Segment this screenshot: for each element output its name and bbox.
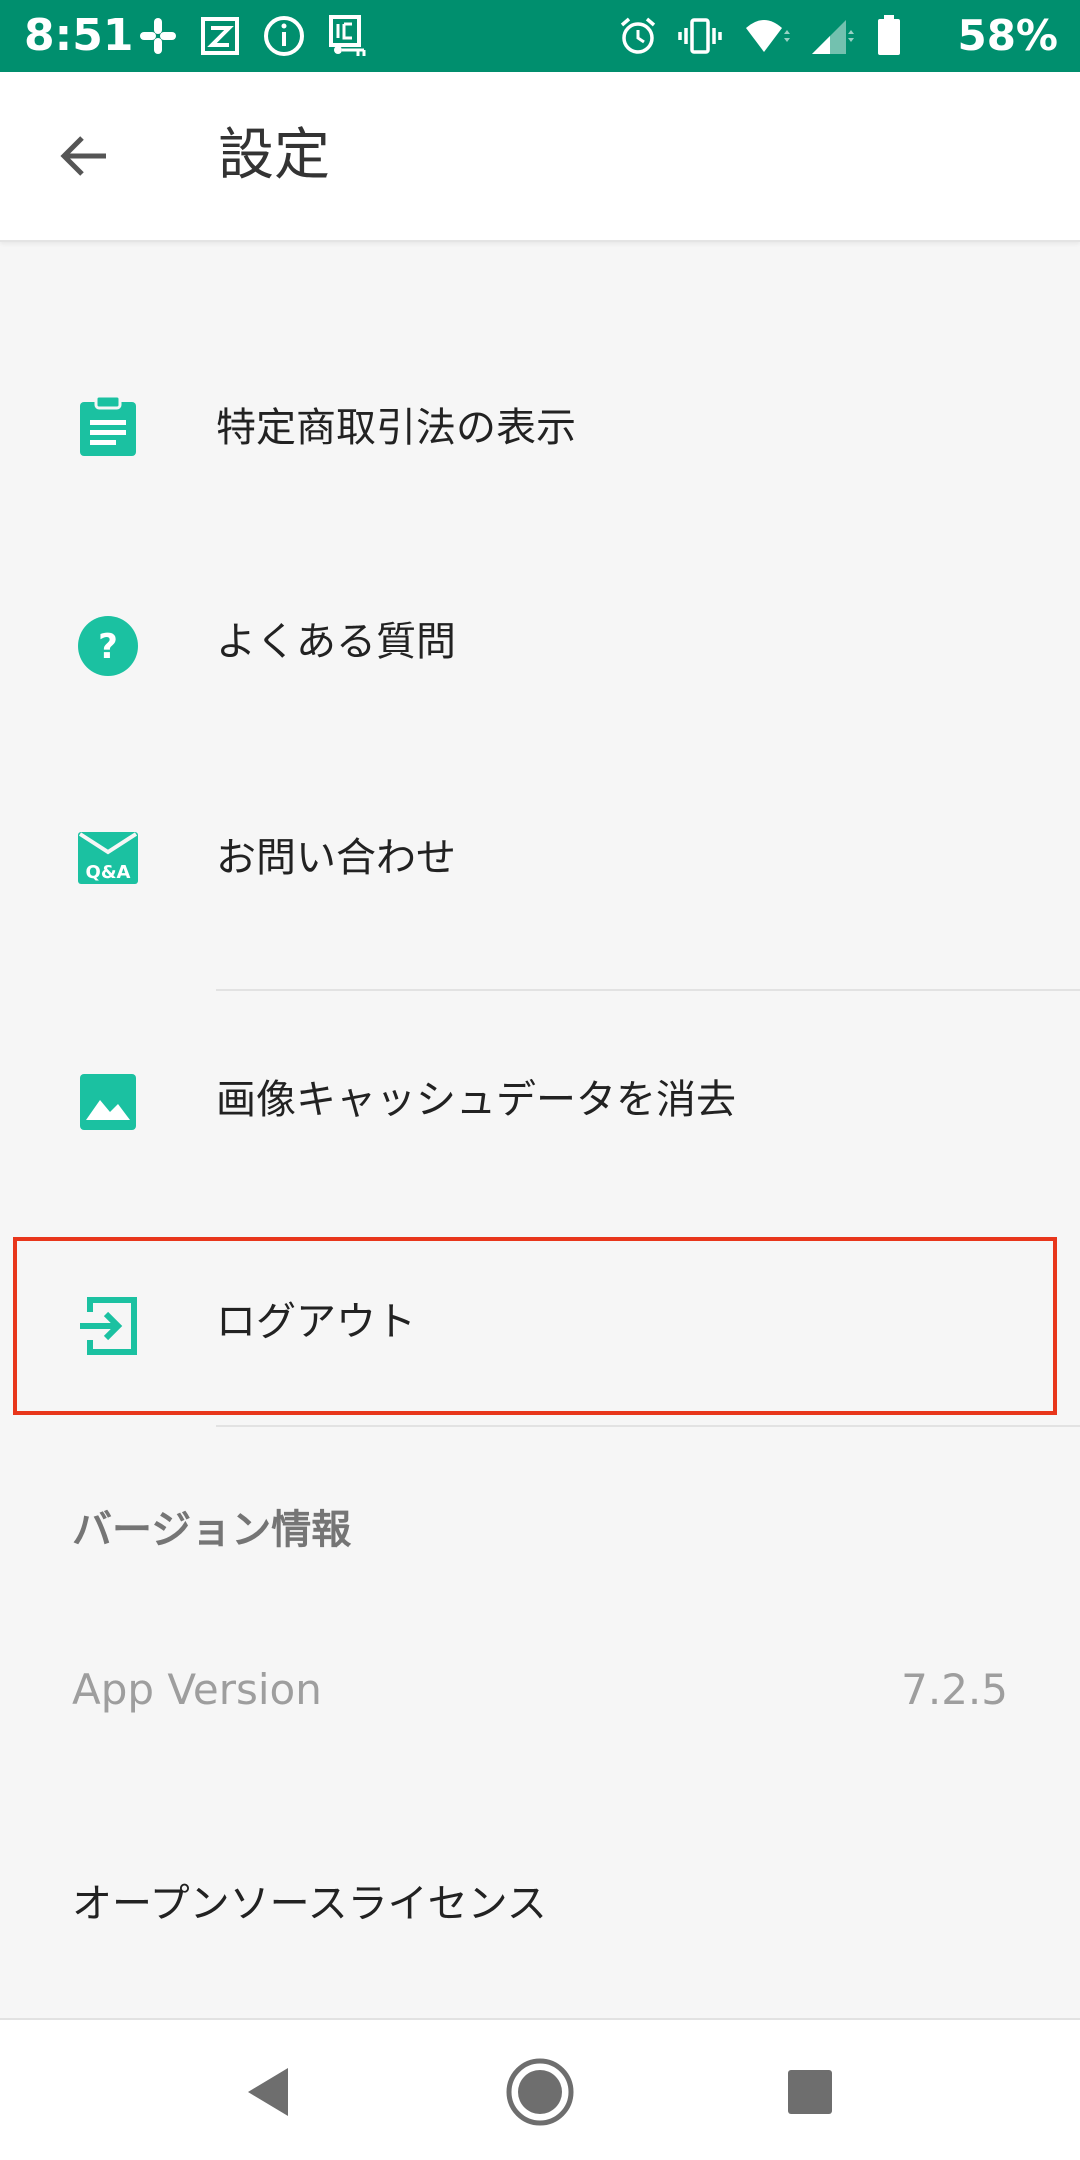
logout-highlight-box xyxy=(13,1237,1057,1415)
z-app-icon xyxy=(200,16,240,56)
notification-icons xyxy=(138,12,368,60)
menu-item-label: 特定商取引法の表示 xyxy=(216,405,576,451)
recents-square-icon xyxy=(788,2070,832,2114)
nav-recents-button[interactable] xyxy=(770,2052,850,2132)
status-time: 8:51 xyxy=(24,10,134,61)
version-section-header: バージョン情報 xyxy=(72,1507,352,1553)
divider xyxy=(216,1425,1080,1427)
system-icons xyxy=(618,12,902,60)
svg-text:Q&A: Q&A xyxy=(86,862,131,883)
slack-icon xyxy=(138,16,178,56)
back-triangle-icon xyxy=(248,2068,288,2116)
battery-percent: 58% xyxy=(957,11,1058,60)
signal-icon xyxy=(810,16,856,56)
vibrate-icon xyxy=(678,16,722,56)
menu-item-label: よくある質問 xyxy=(216,619,456,665)
nav-home-button[interactable] xyxy=(500,2052,580,2132)
navigation-bar xyxy=(0,2018,1080,2160)
app-version-value: 7.2.5 xyxy=(901,1665,1008,1714)
menu-item-faq[interactable]: ? よくある質問 xyxy=(0,562,1080,722)
nav-back-button[interactable] xyxy=(228,2052,308,2132)
qa-mail-icon: Q&A xyxy=(78,832,138,884)
svg-text:?: ? xyxy=(98,627,118,667)
alarm-icon xyxy=(618,16,658,56)
page-title: 設定 xyxy=(218,123,330,188)
menu-item-label: お問い合わせ xyxy=(216,835,456,881)
app-version-label: App Version xyxy=(72,1665,322,1714)
ic-card-icon xyxy=(328,14,368,58)
menu-item-label: 画像キャッシュデータを消去 xyxy=(216,1077,736,1123)
clipboard-icon xyxy=(80,394,136,456)
help-circle-icon: ? xyxy=(78,616,138,676)
arrow-left-icon xyxy=(60,136,106,176)
info-icon xyxy=(262,14,306,58)
menu-item-clear-image-cache[interactable]: 画像キャッシュデータを消去 xyxy=(0,1022,1080,1182)
status-bar: 8:51 58% xyxy=(0,0,1080,72)
wifi-icon xyxy=(742,16,790,56)
home-circle-icon xyxy=(506,2058,574,2126)
menu-item-commercial-law[interactable]: 特定商取引法の表示 xyxy=(0,348,1080,508)
battery-icon xyxy=(876,15,902,57)
menu-item-contact[interactable]: Q&A お問い合わせ xyxy=(0,778,1080,938)
divider xyxy=(216,989,1080,991)
image-icon xyxy=(80,1074,136,1130)
app-bar: 設定 xyxy=(0,72,1080,242)
open-source-licenses-item[interactable]: オープンソースライセンス xyxy=(72,1876,547,1932)
back-button[interactable] xyxy=(44,116,124,196)
settings-screen: 8:51 58% 設定 特定商取引法の表示 ? よくある質問 Q&A お問い合わ… xyxy=(0,0,1080,2160)
